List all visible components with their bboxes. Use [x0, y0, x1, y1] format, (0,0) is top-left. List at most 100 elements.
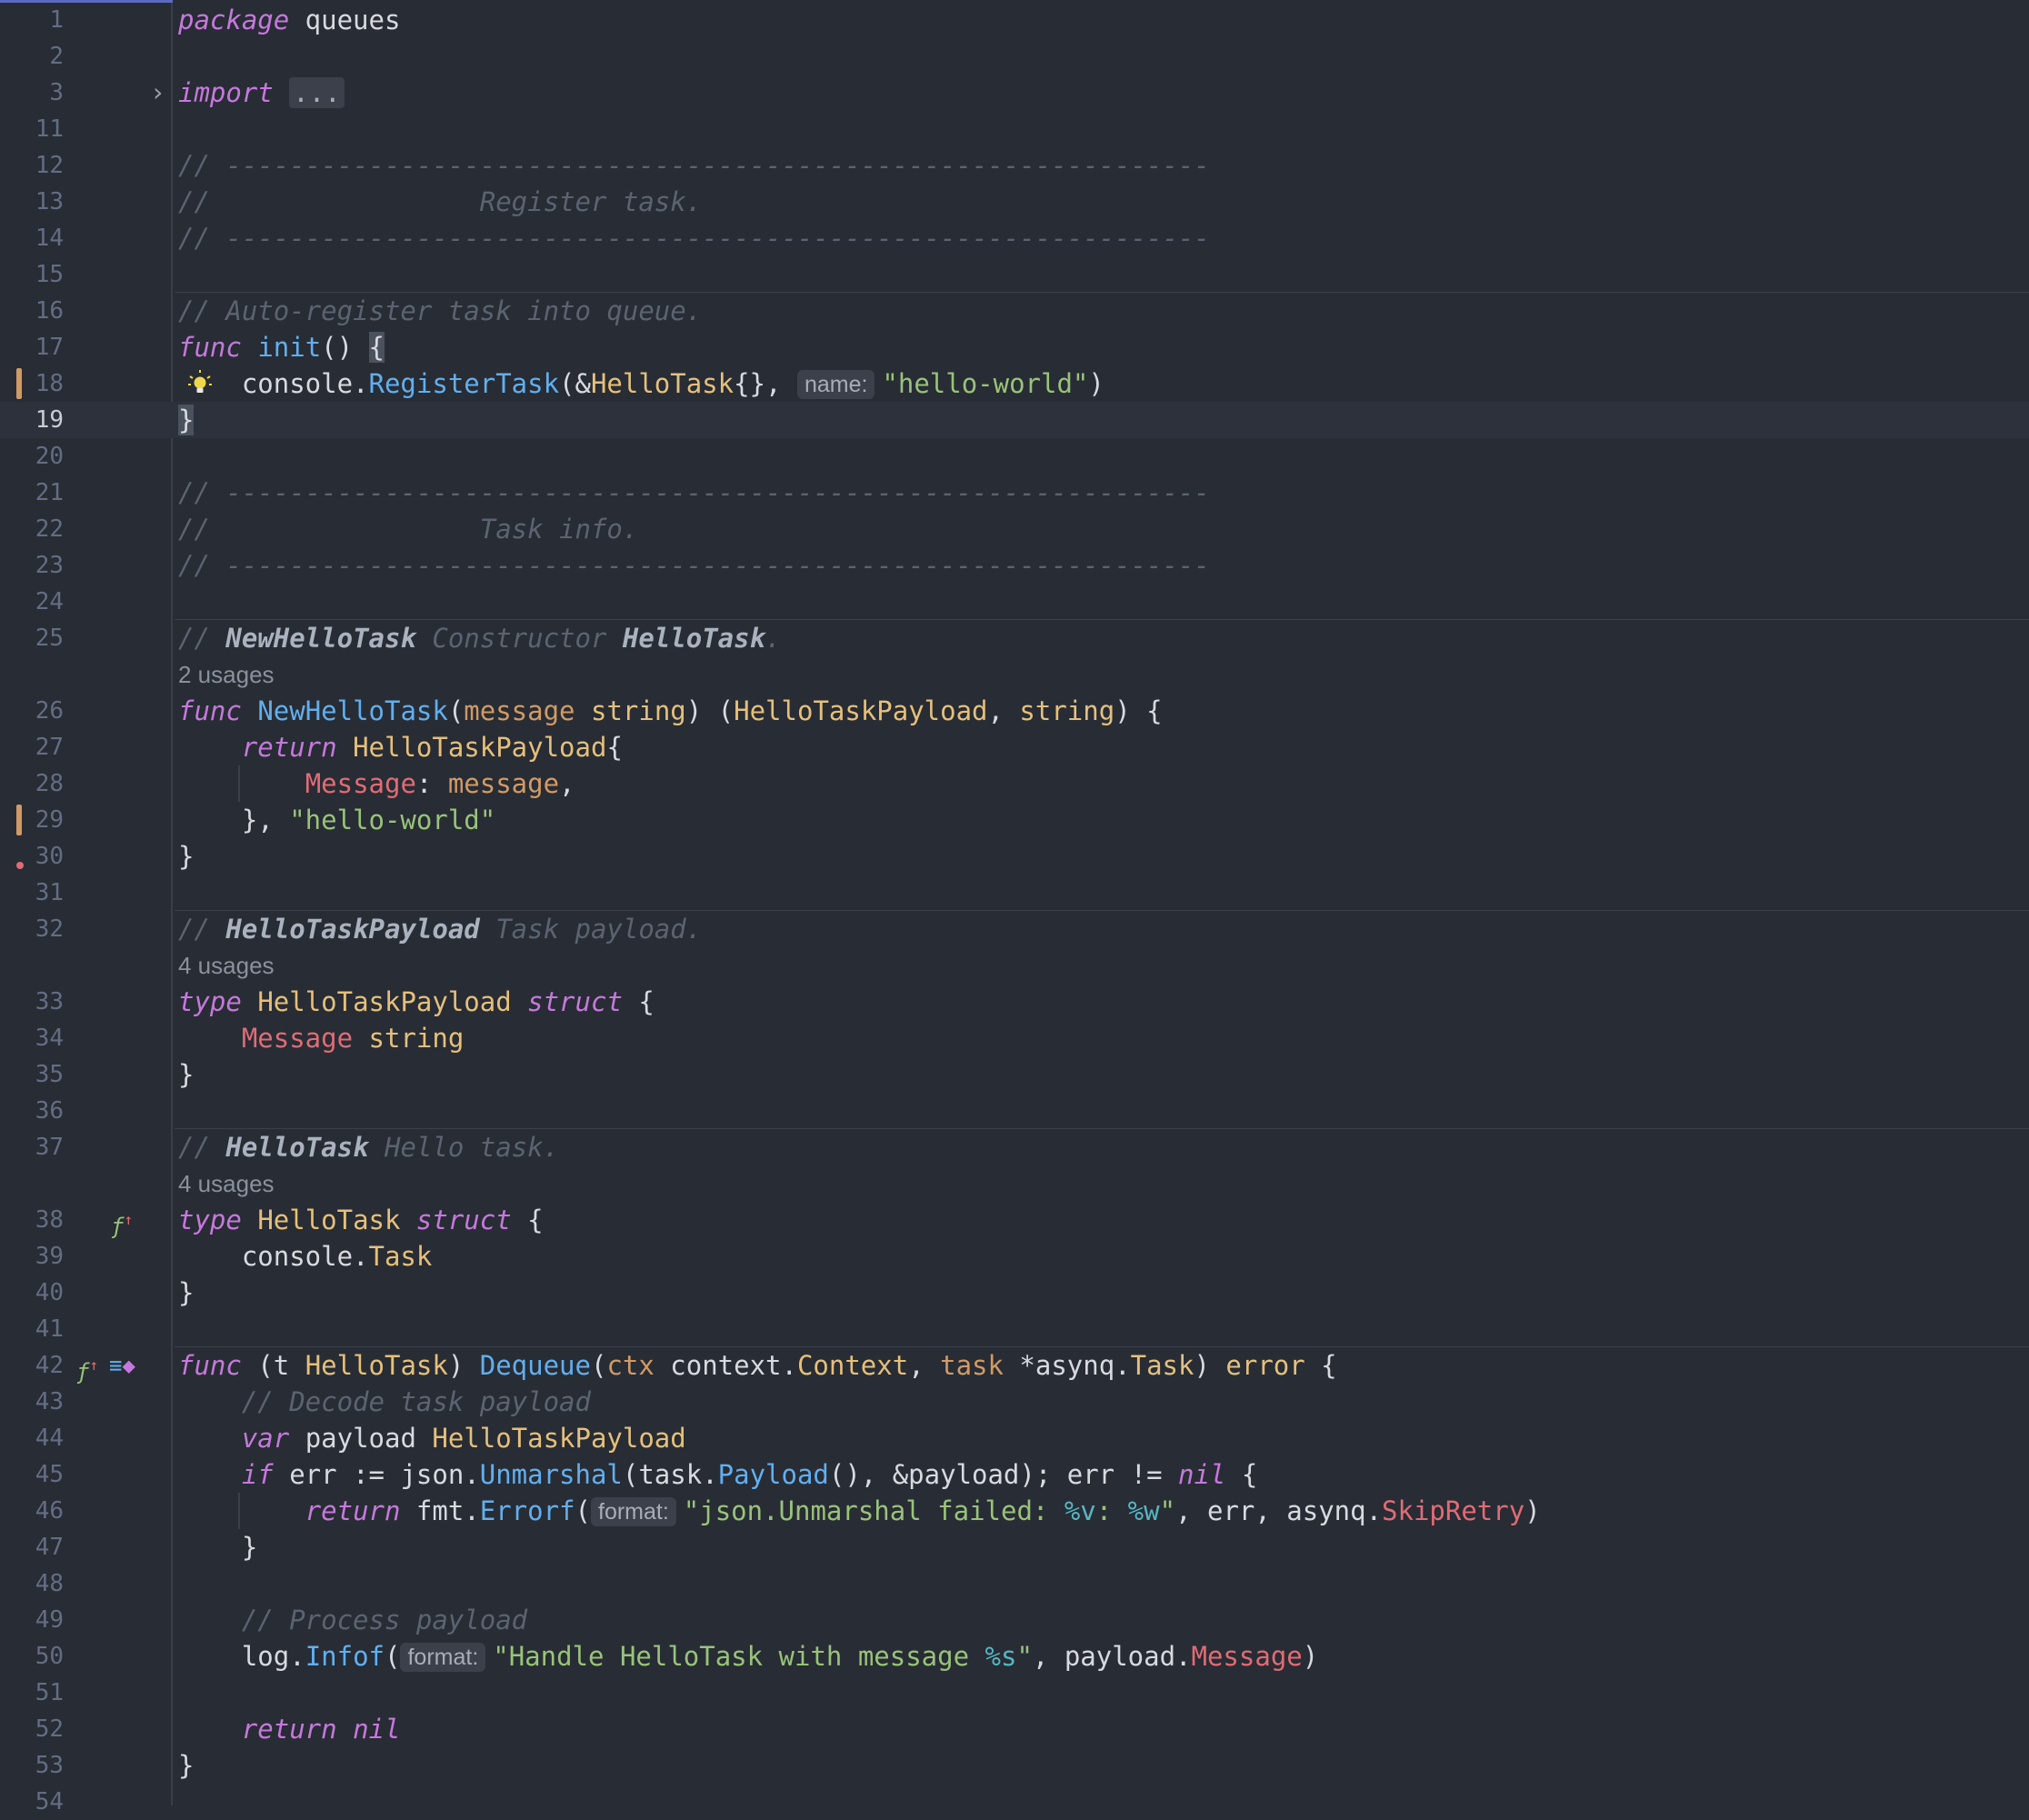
code-text[interactable]: // HelloTask Hello task. [178, 1129, 559, 1165]
code-text[interactable]: console.RegisterTask(&HelloTask{}, name:… [178, 365, 1104, 402]
code-line[interactable]: 46 return fmt.Errorf(format: "json.Unmars… [0, 1493, 2029, 1529]
code-text[interactable]: type HelloTaskPayload struct { [178, 984, 655, 1020]
code-text[interactable]: if err := json.Unmarshal(task.Payload(),… [178, 1456, 1257, 1493]
code-line[interactable]: 19} [0, 402, 2029, 438]
code-line[interactable]: 52 return nil [0, 1711, 2029, 1747]
line-number[interactable]: 46 [0, 1493, 64, 1529]
code-line[interactable]: 34 Message string [0, 1020, 2029, 1056]
code-line[interactable]: 45 if err := json.Unmarshal(task.Payload… [0, 1456, 2029, 1493]
code-line[interactable]: 43 // Decode task payload [0, 1384, 2029, 1420]
line-number[interactable]: 43 [0, 1384, 64, 1420]
code-text[interactable]: func (t HelloTask) Dequeue(ctx context.C… [178, 1347, 1337, 1384]
code-line[interactable]: 14 // -----------------------------------… [0, 220, 2029, 256]
code-text[interactable]: // -------------------------------------… [178, 475, 1210, 511]
usages-hint[interactable]: 2 usages [178, 656, 275, 693]
line-number[interactable]: 52 [0, 1711, 64, 1747]
line-number[interactable]: 22 [0, 511, 64, 547]
code-text[interactable]: } [178, 1529, 257, 1565]
line-number[interactable]: 49 [0, 1602, 64, 1638]
line-number[interactable]: 25 [0, 620, 64, 656]
fold-chevron-icon[interactable]: › [150, 75, 165, 111]
code-text[interactable]: return nil [178, 1711, 401, 1747]
code-text[interactable]: return HelloTaskPayload{ [178, 729, 623, 765]
code-text[interactable]: // -------------------------------------… [178, 220, 1210, 256]
code-line[interactable]: 22 // Task info. [0, 511, 2029, 547]
code-line[interactable]: 27 return HelloTaskPayload{ [0, 729, 2029, 765]
line-number[interactable]: 23 [0, 547, 64, 584]
line-number[interactable]: 32 [0, 911, 64, 947]
line-number[interactable]: 17 [0, 329, 64, 365]
line-number[interactable]: 13 [0, 184, 64, 220]
code-line[interactable]: 25 // NewHelloTask Constructor HelloTask. [0, 620, 2029, 656]
code-line[interactable]: 17 func init() { [0, 329, 2029, 365]
code-line[interactable]: 47 } [0, 1529, 2029, 1565]
code-text[interactable]: // NewHelloTask Constructor HelloTask. [178, 620, 782, 656]
line-number[interactable]: 33 [0, 984, 64, 1020]
line-number[interactable]: 44 [0, 1420, 64, 1456]
code-text[interactable]: } [178, 1747, 194, 1784]
code-line[interactable]: 33 type HelloTaskPayload struct { [0, 984, 2029, 1020]
code-line[interactable]: 50 log.Infof(format: "Handle HelloTask wi… [0, 1638, 2029, 1675]
line-number[interactable]: 30 [0, 838, 64, 875]
line-number[interactable]: 16 [0, 293, 64, 329]
code-text[interactable]: Message string [178, 1020, 464, 1056]
code-line[interactable]: 21 // -----------------------------------… [0, 475, 2029, 511]
code-text[interactable]: // Auto-register task into queue. [178, 293, 702, 329]
vcs-change-marker[interactable] [16, 368, 22, 399]
code-text[interactable]: log.Infof(format: "Handle HelloTask with … [178, 1638, 1318, 1675]
code-line[interactable]: 42 func (t HelloTask) Dequeue(ctx context… [0, 1347, 2029, 1385]
code-line[interactable]: 51 [0, 1675, 2029, 1711]
usages-hint[interactable]: 4 usages [178, 1165, 275, 1202]
code-line[interactable]: 12 // -----------------------------------… [0, 147, 2029, 184]
line-number[interactable]: 48 [0, 1565, 64, 1602]
line-number[interactable]: 20 [0, 438, 64, 475]
line-number[interactable]: 12 [0, 147, 64, 184]
code-line[interactable]: 30} [0, 838, 2029, 875]
code-line[interactable]: 15 [0, 256, 2029, 293]
line-number[interactable]: 26 [0, 693, 64, 729]
line-number[interactable]: 53 [0, 1747, 64, 1784]
code-line[interactable]: 39 console.Task [0, 1238, 2029, 1275]
code-line[interactable]: 44 var payload HelloTaskPayload [0, 1420, 2029, 1456]
line-number[interactable]: 29 [0, 802, 64, 838]
line-number[interactable]: 39 [0, 1238, 64, 1275]
code-line[interactable]: 13 // Register task. [0, 184, 2029, 220]
line-number[interactable]: 2 [0, 38, 64, 75]
code-line[interactable]: 36 [0, 1093, 2029, 1129]
code-line[interactable]: 35} [0, 1056, 2029, 1093]
line-number[interactable]: 1 [0, 2, 64, 38]
line-number[interactable]: 31 [0, 875, 64, 911]
code-line[interactable]: 41 [0, 1311, 2029, 1347]
code-line[interactable]: 40} [0, 1275, 2029, 1311]
code-text[interactable]: return fmt.Errorf(format: "json.Unmarshal… [178, 1493, 1541, 1529]
line-number[interactable]: 36 [0, 1093, 64, 1129]
code-line[interactable]: 24 [0, 584, 2029, 620]
line-number[interactable]: 41 [0, 1311, 64, 1347]
code-text[interactable]: // -------------------------------------… [178, 147, 1210, 184]
line-number[interactable]: 40 [0, 1275, 64, 1311]
code-text[interactable]: func init() { [178, 329, 385, 365]
code-text[interactable]: // -------------------------------------… [178, 547, 1210, 584]
code-line[interactable]: 3 import ... › [0, 75, 2029, 111]
line-number[interactable]: 3 [0, 75, 64, 111]
vcs-change-marker[interactable] [16, 805, 22, 835]
line-number[interactable]: 27 [0, 729, 64, 765]
line-number[interactable]: 18 [0, 365, 64, 402]
code-text[interactable]: func NewHelloTask(message string) (Hello… [178, 693, 1163, 729]
lightbulb-icon[interactable] [187, 369, 213, 406]
line-number[interactable]: 38 [0, 1202, 64, 1238]
code-text[interactable]: type HelloTask struct { [178, 1202, 544, 1238]
code-text[interactable]: // Task info. [178, 511, 638, 547]
code-line[interactable]: 26 func NewHelloTask(message string) (Hel… [0, 693, 2029, 729]
code-line[interactable]: 11 [0, 111, 2029, 147]
go-method-icon[interactable]: ≡◆ [109, 1347, 135, 1384]
line-number[interactable]: 11 [0, 111, 64, 147]
code-line[interactable]: 38 type HelloTask struct {ƒ↑ [0, 1202, 2029, 1239]
code-text[interactable]: var payload HelloTaskPayload [178, 1420, 686, 1456]
code-text[interactable]: import ... [178, 75, 345, 111]
code-line[interactable]: 2 [0, 38, 2029, 75]
code-text[interactable]: } [178, 402, 195, 438]
code-text[interactable]: } [178, 1275, 194, 1311]
line-number[interactable]: 51 [0, 1675, 64, 1711]
code-editor[interactable]: 1 package queues 2 3 import ... › 11 12 // -----… [0, 0, 2029, 1815]
